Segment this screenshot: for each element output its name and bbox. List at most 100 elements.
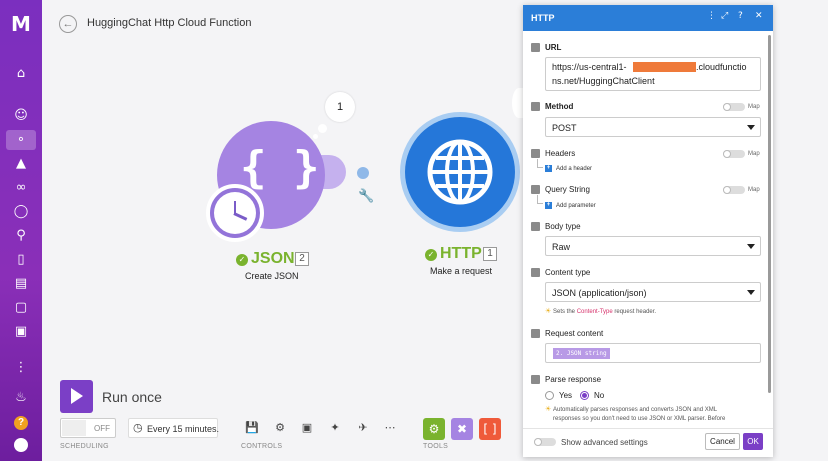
method-select[interactable]: [545, 117, 761, 137]
chevron-down-icon: [747, 290, 755, 295]
wrench-icon[interactable]: 🔧: [358, 189, 374, 204]
url-line2: ns.net/HuggingChatClient: [552, 76, 655, 86]
chevron-down-icon: [747, 125, 755, 130]
avatar-icon[interactable]: [14, 438, 28, 452]
more-icon[interactable]: ⋮: [11, 358, 31, 378]
share-icon[interactable]: ∘: [6, 130, 36, 150]
add-header-link[interactable]: Add a header: [556, 166, 592, 172]
hint-text: request header.: [612, 309, 657, 315]
ok-button[interactable]: OK: [743, 433, 763, 450]
collapse-icon[interactable]: [531, 268, 540, 277]
link-icon[interactable]: ∞: [11, 178, 31, 198]
run-once-label[interactable]: Run once: [102, 389, 162, 405]
map-label: Map: [748, 187, 760, 193]
bubble-tail: [313, 134, 318, 139]
body-type-select[interactable]: [545, 236, 761, 256]
globe-icon[interactable]: ◯: [11, 202, 31, 222]
play-icon: [71, 388, 83, 404]
http-module-subtitle: Make a request: [430, 266, 493, 276]
body-type-label: Body type: [545, 222, 581, 231]
parse-response-label: Parse response: [545, 375, 602, 384]
make-logo[interactable]: M: [11, 12, 31, 36]
collapse-icon[interactable]: [531, 222, 540, 231]
hint-keyword: Content-Type: [576, 309, 613, 315]
collapse-icon[interactable]: [531, 102, 540, 111]
magic-wand-icon[interactable]: ✦: [326, 419, 344, 437]
content-type-hint: Sets the Content-Type request header.: [553, 309, 656, 315]
puzzle-icon[interactable]: ▲: [11, 154, 31, 174]
url-line1-suffix: .cloudfunctio: [696, 62, 747, 72]
json-braces-icon: { }: [240, 142, 320, 193]
key-icon[interactable]: ⚲: [11, 226, 31, 246]
redacted-block: [633, 62, 696, 72]
scheduling-label: SCHEDULING: [60, 443, 109, 450]
headers-label: Headers: [545, 149, 576, 158]
toggle-knob: [723, 186, 731, 194]
collapse-icon[interactable]: [531, 329, 540, 338]
home-icon[interactable]: ⌂: [11, 64, 31, 84]
panel-header: [523, 5, 773, 31]
tree-line: [537, 159, 543, 168]
parse-yes-label[interactable]: Yes: [559, 391, 572, 400]
route-dot[interactable]: [357, 167, 369, 179]
map-label: Map: [748, 104, 760, 110]
plus-icon[interactable]: +: [545, 202, 552, 209]
method-value: POST: [552, 123, 577, 133]
database-icon[interactable]: ▤: [11, 274, 31, 294]
expand-icon[interactable]: ⤢: [721, 11, 728, 21]
panel-title: HTTP: [531, 13, 555, 23]
parse-hint-line2: responses so you don't need to use JSON …: [553, 416, 726, 422]
close-icon[interactable]: ✕: [755, 11, 763, 21]
save-icon[interactable]: 💾: [243, 419, 261, 437]
parse-yes-radio[interactable]: [545, 391, 554, 400]
mapped-value-pill[interactable]: 2. JSON string: [553, 348, 610, 359]
controls-label: CONTROLS: [241, 443, 283, 450]
map-label: Map: [748, 151, 760, 157]
content-type-label: Content type: [545, 268, 591, 277]
scenario-title: HuggingChat Http Cloud Function: [87, 17, 252, 29]
panel-scrollbar[interactable]: [768, 35, 771, 393]
more-dots-icon[interactable]: ⋯: [381, 419, 399, 437]
url-line1-prefix: https://us-central1-: [552, 62, 627, 72]
collapse-icon[interactable]: [531, 375, 540, 384]
http-module-number: 1: [483, 247, 497, 261]
toggle-knob: [62, 420, 86, 436]
method-label: Method: [545, 102, 574, 111]
clock-icon: ◷: [133, 421, 143, 434]
request-content-label: Request content: [545, 329, 604, 338]
back-arrow-icon[interactable]: ←: [59, 15, 77, 33]
phone-icon[interactable]: ▯: [11, 250, 31, 270]
tools-gear-icon[interactable]: ⚙: [423, 418, 445, 440]
parse-no-label[interactable]: No: [594, 391, 604, 400]
notes-icon[interactable]: ▣: [298, 419, 316, 437]
add-parameter-link[interactable]: Add parameter: [556, 203, 596, 209]
canvas-right-strip: [773, 0, 828, 461]
help-icon[interactable]: ?: [738, 11, 743, 21]
parse-hint-line1: Automatically parses responses and conve…: [553, 407, 718, 413]
collapse-icon[interactable]: [531, 43, 540, 52]
airplane-icon[interactable]: ✈: [354, 419, 372, 437]
kebab-menu-icon[interactable]: ⋮: [707, 11, 716, 21]
toggle-knob: [723, 103, 731, 111]
tools-json-icon[interactable]: [ ]: [479, 418, 501, 440]
collapse-icon[interactable]: [531, 149, 540, 158]
query-string-label: Query String: [545, 185, 590, 194]
advanced-settings-label[interactable]: Show advanced settings: [561, 438, 648, 447]
body-type-value: Raw: [552, 242, 571, 252]
users-icon[interactable]: ☺: [11, 106, 31, 126]
cube-icon[interactable]: ▢: [11, 298, 31, 318]
plus-icon[interactable]: +: [545, 165, 552, 172]
book-icon[interactable]: ▣: [11, 322, 31, 342]
help-icon[interactable]: ?: [14, 416, 28, 430]
json-module-name: JSON: [251, 250, 295, 267]
check-icon: ✓: [236, 254, 248, 266]
tools-flow-icon[interactable]: ✖: [451, 418, 473, 440]
operation-count-bubble[interactable]: 1: [325, 92, 355, 122]
bell-icon[interactable]: ♨: [11, 388, 31, 408]
collapse-icon[interactable]: [531, 185, 540, 194]
gear-icon[interactable]: ⚙: [271, 419, 289, 437]
bubble-tail: [318, 124, 327, 133]
cancel-button[interactable]: Cancel: [705, 433, 740, 450]
tree-line: [537, 195, 543, 204]
toggle-knob: [723, 150, 731, 158]
